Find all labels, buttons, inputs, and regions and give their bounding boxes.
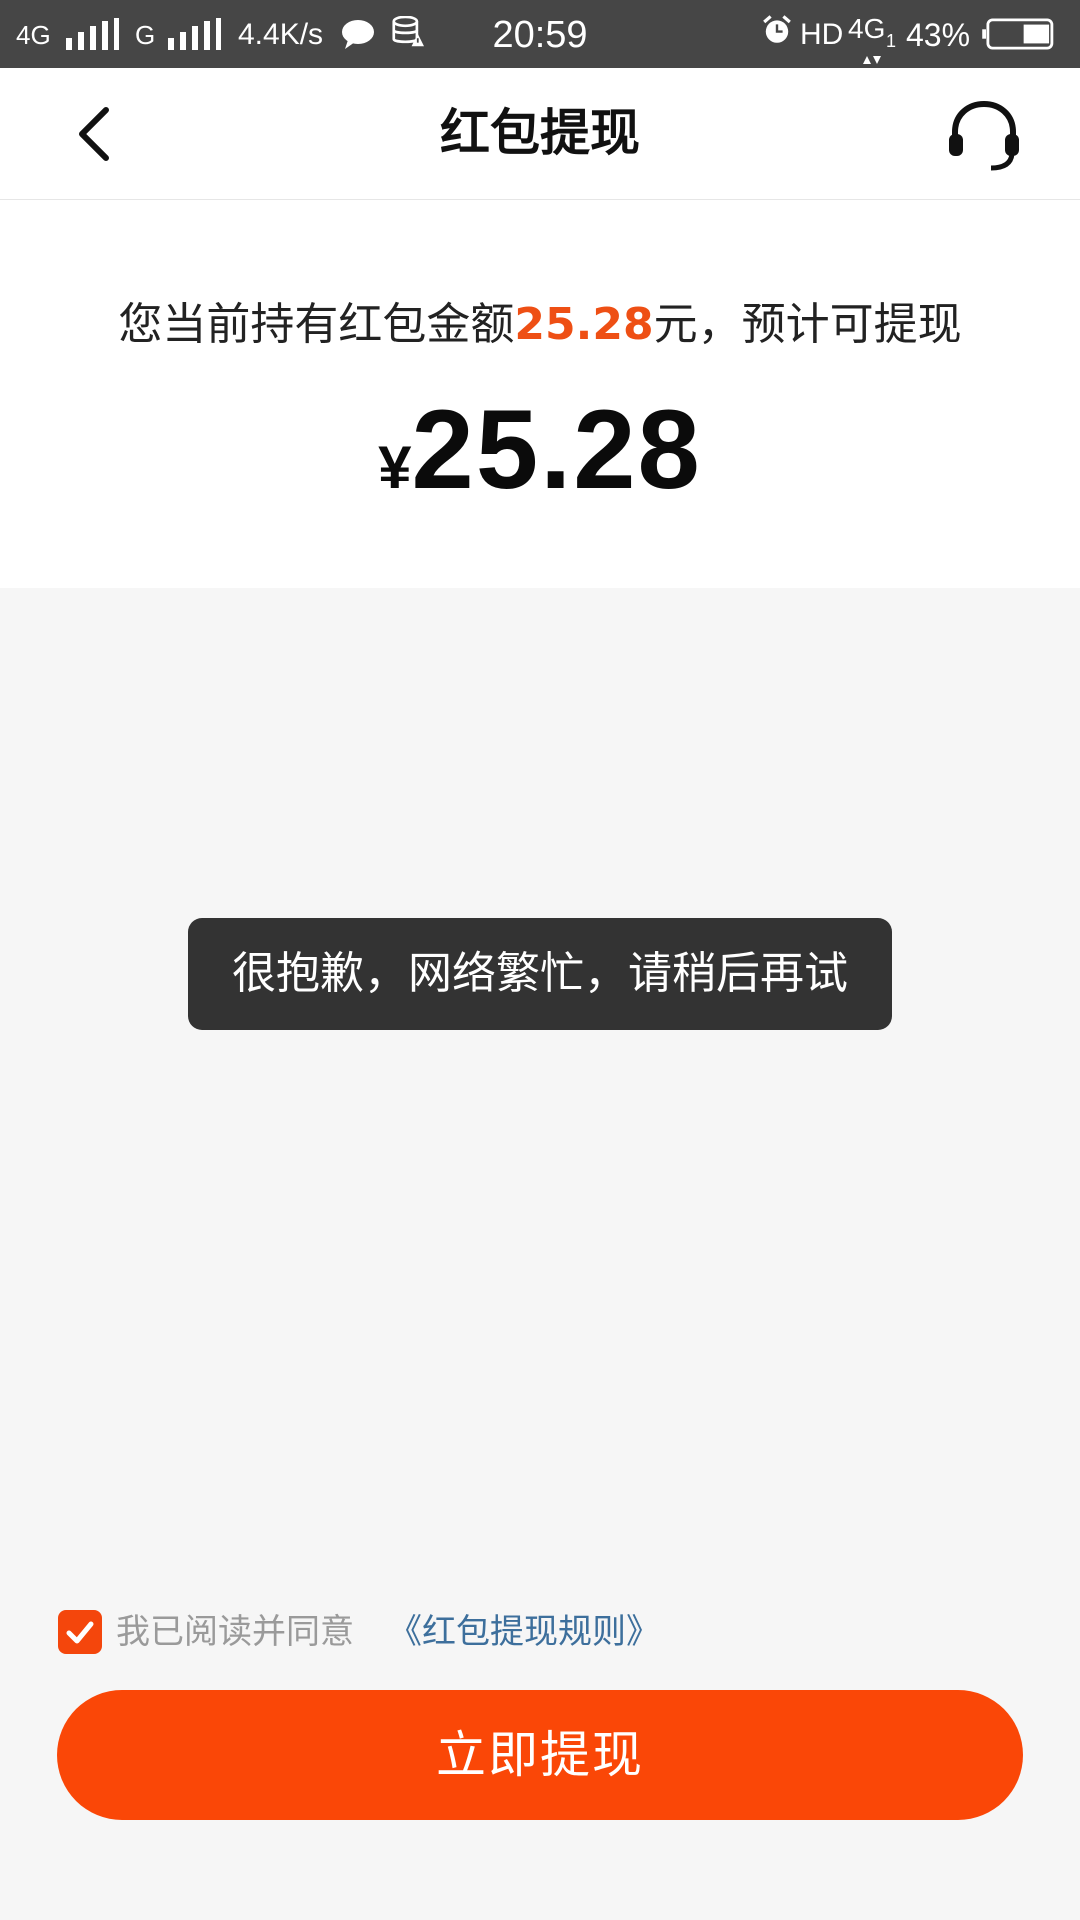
page-title: 红包提现 <box>440 104 640 162</box>
balance-card: 您当前持有红包金额25.28元，预计可提现 ¥25.28 <box>0 200 1080 588</box>
balance-amount: 25.28 <box>514 299 654 350</box>
alarm-icon <box>763 15 791 43</box>
headset-icon <box>949 100 1019 171</box>
network-sim-number: 1 <box>886 31 897 51</box>
withdrawal-rules-link[interactable]: 《红包提现规则》 <box>388 1608 660 1656</box>
balance-prefix: 您当前持有红包金额 <box>118 299 515 350</box>
withdrawable-amount: ¥25.28 <box>0 385 1080 514</box>
hd-indicator: HD <box>800 18 844 51</box>
error-toast: 很抱歉，网络繁忙，请稍后再试 <box>188 918 892 1030</box>
header: 红包提现 <box>0 68 1080 200</box>
status-bar: 4G G 4.4K/s 20:59 HD 4G 1 43% <box>0 0 1080 68</box>
agreement-text: 我已阅读并同意 <box>116 1612 354 1652</box>
currency-symbol: ¥ <box>378 434 412 501</box>
balance-suffix: 元，预计可提现 <box>653 299 962 350</box>
customer-service-button[interactable] <box>945 98 1023 176</box>
agreement-checkbox[interactable] <box>58 1610 102 1654</box>
checkmark-icon <box>66 1621 94 1644</box>
withdraw-now-button[interactable]: 立即提现 <box>57 1690 1023 1820</box>
withdrawable-value: 25.28 <box>411 387 702 512</box>
battery-icon <box>982 18 1054 50</box>
battery-percent: 43% <box>906 17 971 53</box>
balance-description: 您当前持有红包金额25.28元，预计可提现 <box>0 288 1080 352</box>
